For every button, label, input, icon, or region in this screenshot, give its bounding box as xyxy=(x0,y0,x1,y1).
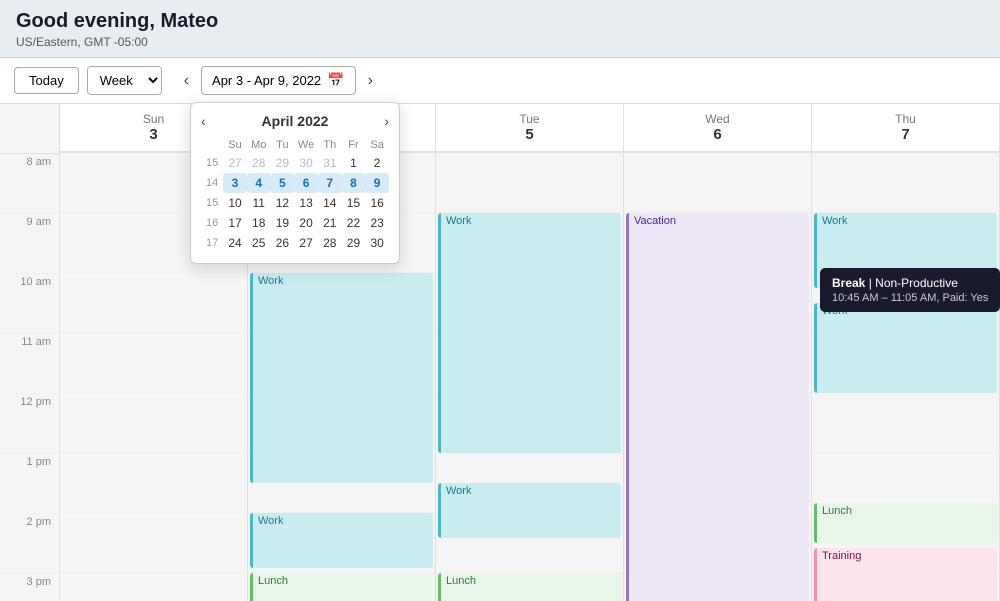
time-label: 9 am xyxy=(0,214,59,274)
event-work[interactable]: Work xyxy=(250,513,433,568)
mini-cal-day[interactable]: 22 xyxy=(342,213,366,233)
mini-cal-day[interactable]: 20 xyxy=(294,213,318,233)
hour-cell xyxy=(60,273,247,333)
time-label: 2 pm xyxy=(0,514,59,574)
mini-cal-next[interactable]: › xyxy=(384,113,389,129)
week-selector[interactable]: Week Day Month xyxy=(87,66,162,95)
day-col-thu: Work Work Lunch Training xyxy=(812,153,1000,601)
event-work[interactable]: Work xyxy=(250,273,433,483)
event-lunch[interactable]: Lunch xyxy=(814,503,997,543)
event-work[interactable]: Work xyxy=(814,213,997,288)
time-label: 10 am xyxy=(0,274,59,334)
mini-cal-day[interactable]: 28 xyxy=(318,233,342,253)
date-range-button[interactable]: Apr 3 - Apr 9, 2022 📅 xyxy=(201,66,356,95)
mini-cal-day[interactable]: 11 xyxy=(247,193,271,213)
day-num: 6 xyxy=(628,126,807,143)
mini-cal-day[interactable]: 7 xyxy=(318,173,342,193)
day-name: Tue xyxy=(440,112,619,126)
mini-cal-header: ‹ April 2022 › xyxy=(201,113,389,129)
mini-cal-day[interactable]: 21 xyxy=(318,213,342,233)
hour-cell xyxy=(60,513,247,573)
mini-cal-day[interactable]: 30 xyxy=(365,233,389,253)
day-col-wed: Vacation xyxy=(624,153,812,601)
mini-cal-day[interactable]: 24 xyxy=(223,233,247,253)
mini-cal-day[interactable]: 13 xyxy=(294,193,318,213)
event-work[interactable]: Work xyxy=(814,303,997,393)
time-header-spacer xyxy=(0,104,59,154)
mini-cal-day[interactable]: 27 xyxy=(223,153,247,173)
hour-cell xyxy=(812,393,999,453)
prev-week-button[interactable]: ‹ xyxy=(178,70,195,92)
hour-cell xyxy=(436,153,623,213)
date-nav: ‹ Apr 3 - Apr 9, 2022 📅 › xyxy=(178,66,379,95)
mini-cal-day[interactable]: 30 xyxy=(294,153,318,173)
view-select[interactable]: Week Day Month xyxy=(88,67,161,94)
greeting: Good evening, Mateo xyxy=(16,10,984,33)
time-label: 11 am xyxy=(0,334,59,394)
header-bar: Good evening, Mateo US/Eastern, GMT -05:… xyxy=(0,0,1000,58)
day-col-tue: WorkWorkLunchWorkHuddleWork xyxy=(436,153,624,601)
day-num: 5 xyxy=(440,126,619,143)
event-work[interactable]: Work xyxy=(438,213,621,453)
event-work[interactable]: Work xyxy=(438,483,621,538)
mini-cal-day[interactable]: 5 xyxy=(271,173,295,193)
mini-cal-grid: SuMoTuWeThFrSa 1527282930311214345678915… xyxy=(201,137,389,253)
mini-cal-day[interactable]: 23 xyxy=(365,213,389,233)
day-header: Wed6 xyxy=(624,104,812,151)
day-header: Tue5 xyxy=(436,104,624,151)
day-header: Thu7 xyxy=(812,104,1000,151)
mini-cal-day[interactable]: 17 xyxy=(223,213,247,233)
mini-cal-day[interactable]: 29 xyxy=(342,233,366,253)
time-column: 8 am9 am10 am11 am12 pm1 pm2 pm3 pm4 pm5… xyxy=(0,104,60,601)
mini-cal-day[interactable]: 15 xyxy=(342,193,366,213)
event-vacation[interactable]: Vacation xyxy=(626,213,809,601)
mini-cal-prev[interactable]: ‹ xyxy=(201,113,206,129)
today-button[interactable]: Today xyxy=(14,67,79,94)
date-range-label: Apr 3 - Apr 9, 2022 xyxy=(212,73,321,88)
mini-cal-day[interactable]: 12 xyxy=(271,193,295,213)
mini-cal-day[interactable]: 1 xyxy=(342,153,366,173)
mini-cal-day[interactable]: 28 xyxy=(247,153,271,173)
mini-cal-day[interactable]: 16 xyxy=(365,193,389,213)
mini-cal-day[interactable]: 2 xyxy=(365,153,389,173)
mini-cal-title: April 2022 xyxy=(262,113,329,129)
day-name: Wed xyxy=(628,112,807,126)
day-num: 7 xyxy=(816,126,995,143)
hour-cell xyxy=(812,153,999,213)
hour-cell xyxy=(624,153,811,213)
mini-cal-day[interactable]: 29 xyxy=(271,153,295,173)
mini-cal-day[interactable]: 31 xyxy=(318,153,342,173)
hour-cell xyxy=(60,393,247,453)
next-week-button[interactable]: › xyxy=(362,70,379,92)
mini-cal-day[interactable]: 14 xyxy=(318,193,342,213)
mini-cal-day[interactable]: 18 xyxy=(247,213,271,233)
event-training[interactable]: Training xyxy=(814,548,997,601)
mini-cal-day[interactable]: 8 xyxy=(342,173,366,193)
mini-cal-day[interactable]: 4 xyxy=(247,173,271,193)
time-label: 12 pm xyxy=(0,394,59,454)
mini-cal-day[interactable]: 27 xyxy=(294,233,318,253)
mini-cal-day[interactable]: 10 xyxy=(223,193,247,213)
mini-cal-day[interactable]: 26 xyxy=(271,233,295,253)
mini-cal-day[interactable]: 3 xyxy=(223,173,247,193)
calendar-icon: 📅 xyxy=(327,72,344,89)
time-label: 8 am xyxy=(0,154,59,214)
hour-cell xyxy=(60,453,247,513)
main-calendar-area: 8 am9 am10 am11 am12 pm1 pm2 pm3 pm4 pm5… xyxy=(0,104,1000,601)
mini-cal-day[interactable]: 6 xyxy=(294,173,318,193)
toolbar: Today Week Day Month ‹ Apr 3 - Apr 9, 20… xyxy=(0,58,1000,104)
mini-cal-day[interactable]: 9 xyxy=(365,173,389,193)
scrollable-grid: 8 am9 am10 am11 am12 pm1 pm2 pm3 pm4 pm5… xyxy=(0,104,1000,601)
day-name: Thu xyxy=(816,112,995,126)
timezone: US/Eastern, GMT -05:00 xyxy=(16,35,984,49)
mini-cal-day[interactable]: 25 xyxy=(247,233,271,253)
mini-calendar-popup: ‹ April 2022 › SuMoTuWeThFrSa 1527282930… xyxy=(190,102,400,264)
mini-cal-day[interactable]: 19 xyxy=(271,213,295,233)
time-label: 1 pm xyxy=(0,454,59,514)
hour-cell xyxy=(60,333,247,393)
